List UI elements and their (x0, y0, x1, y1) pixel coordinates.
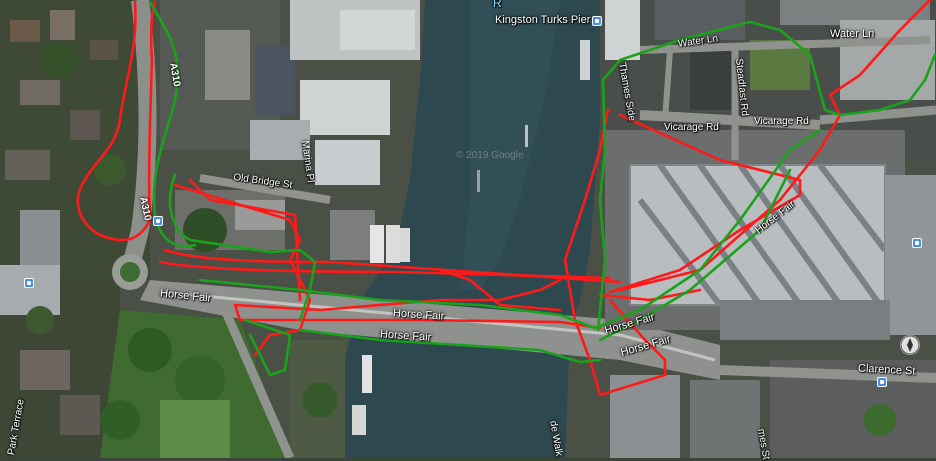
transit-icon-east[interactable] (912, 238, 922, 248)
transit-icon[interactable] (592, 16, 602, 26)
compass-icon[interactable] (900, 335, 920, 355)
satellite-map[interactable] (0, 0, 936, 458)
transit-icon-clarence[interactable] (877, 377, 887, 387)
transit-icon-a310[interactable] (153, 216, 163, 226)
transit-icon-west[interactable] (24, 278, 34, 288)
pier-label[interactable]: Kingston Turks Pier (495, 14, 590, 26)
river-label: R (493, 0, 502, 10)
vicarage-rd-label-2: Vicarage Rd (754, 116, 809, 127)
copyright-label: © 2019 Google (456, 150, 524, 161)
water-ln-label-2: Water Ln (830, 28, 875, 40)
vicarage-rd-label: Vicarage Rd (664, 122, 719, 133)
